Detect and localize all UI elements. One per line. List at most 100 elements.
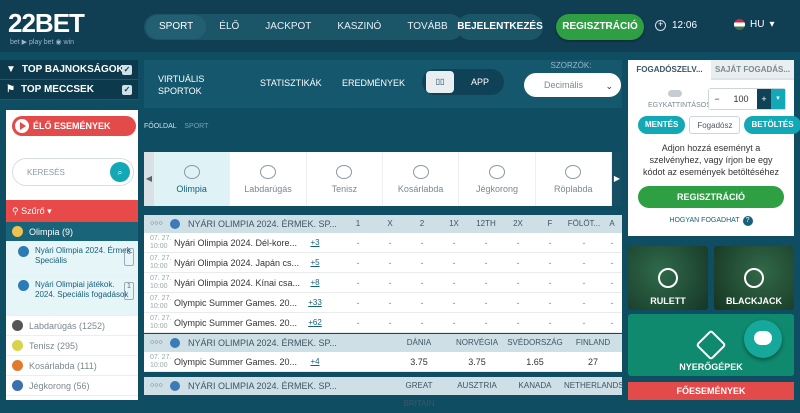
nav-live[interactable]: ÉLŐ <box>206 15 252 39</box>
sport-subitem-specials[interactable]: Nyári Olimpiai játékok. 2024. Speciális … <box>6 276 138 316</box>
odds-cell[interactable]: - <box>342 233 374 253</box>
blackjack-tile[interactable]: BLACKJACK <box>714 246 794 310</box>
search-input[interactable]: KERESÉS ⌕ <box>12 158 134 186</box>
stake-value[interactable]: 100 <box>725 89 757 109</box>
betslip-code-input[interactable]: Fogadósz <box>689 116 741 134</box>
odds-cell[interactable]: - <box>502 293 534 313</box>
odds-cell[interactable]: - <box>602 293 622 313</box>
how-to-bet-link[interactable]: HOGYAN FOGADHAT? <box>638 216 784 226</box>
odds-cell[interactable]: - <box>406 233 438 253</box>
table-row[interactable]: 07. 27. 10:00 Nyári Olimpia 2024. Kínai cs… <box>144 273 622 293</box>
collapse-icon[interactable]: ✓ <box>122 65 132 75</box>
odds-cell[interactable]: - <box>534 313 566 333</box>
event-name[interactable]: Olympic Summer Games. 20... <box>174 298 304 308</box>
odds-cell[interactable]: - <box>566 233 602 253</box>
more-markets-link[interactable]: +62 <box>304 318 326 327</box>
tab-football[interactable]: Labdarúgás <box>230 152 307 206</box>
odds-cell[interactable]: - <box>502 273 534 293</box>
sport-subitem-medals[interactable]: Nyári Olimpia 2024. Érmek. Speciális 8 <box>6 242 138 276</box>
one-click-toggle[interactable] <box>668 90 682 97</box>
odds-cell[interactable]: - <box>534 233 566 253</box>
odds-cell[interactable]: - <box>566 273 602 293</box>
table-row[interactable]: 07. 27. 10:00 Olympic Summer Games. 20... +… <box>144 293 622 313</box>
odds-cell[interactable]: 1.65 <box>506 352 564 372</box>
odds-cell[interactable]: - <box>470 253 502 273</box>
sport-item-icehockey[interactable]: Jégkorong (56) <box>6 376 138 396</box>
odds-cell[interactable]: - <box>406 313 438 333</box>
odds-cell[interactable]: - <box>566 313 602 333</box>
event-name[interactable]: Nyári Olimpia 2024. Kínai csa... <box>174 278 304 288</box>
event-name[interactable]: Nyári Olimpia 2024. Dél-kore... <box>174 238 304 248</box>
event-name[interactable]: Olympic Summer Games. 20... <box>174 318 304 328</box>
statistics-link[interactable]: STATISZTIKÁK <box>260 77 322 89</box>
odds-cell[interactable]: - <box>566 293 602 313</box>
more-markets-link[interactable]: +33 <box>304 298 326 307</box>
event-group-header[interactable]: ○○○ NYÁRI OLIMPIA 2024. ÉRMEK. SP... DÁN… <box>144 334 622 352</box>
logo[interactable]: 22BET bet ▶ play bet ◉ win <box>8 8 128 46</box>
odds-cell[interactable]: - <box>502 253 534 273</box>
tab-volleyball[interactable]: Röplabda <box>536 152 612 206</box>
table-row[interactable]: 07. 27. 10:00 Olympic Summer Games. 20... +… <box>144 313 622 333</box>
tab-tennis[interactable]: Tenisz <box>307 152 383 206</box>
odds-cell[interactable]: - <box>470 273 502 293</box>
filter-toggle[interactable]: ⚲ Szűrő ▾ <box>6 200 138 222</box>
breadcrumb-home[interactable]: FŐOLDAL <box>144 123 176 130</box>
scroll-left-icon[interactable]: ◀ <box>144 152 154 206</box>
chevron-down-icon[interactable]: ▾ <box>771 89 785 109</box>
odds-cell[interactable]: 27 <box>564 352 622 372</box>
more-markets-link[interactable]: +3 <box>304 238 326 247</box>
odds-cell[interactable]: - <box>374 253 406 273</box>
odds-cell[interactable]: - <box>342 313 374 333</box>
betslip-register-button[interactable]: REGISZTRÁCIÓ <box>638 186 784 208</box>
odds-cell[interactable]: - <box>534 293 566 313</box>
odds-cell[interactable]: - <box>470 293 502 313</box>
odds-cell[interactable]: - <box>342 293 374 313</box>
table-row[interactable]: 07. 27. 10:00 Olympic Summer Games. 20...… <box>144 352 622 372</box>
table-row[interactable]: 07. 27. 10:00 Nyári Olimpia 2024. Japán cs… <box>144 253 622 273</box>
more-markets-link[interactable]: +5 <box>304 258 326 267</box>
odds-cell[interactable]: - <box>406 253 438 273</box>
event-name[interactable]: Olympic Summer Games. 20... <box>174 357 304 367</box>
odds-cell[interactable]: - <box>374 233 406 253</box>
odds-cell[interactable]: - <box>342 273 374 293</box>
featured-events-button[interactable]: FŐESEMÉNYEK <box>628 382 794 400</box>
register-button[interactable]: REGISZTRÁCIÓ <box>556 14 644 40</box>
nav-more[interactable]: TOVÁBB <box>394 15 460 39</box>
odds-cell[interactable]: 3.75 <box>390 352 448 372</box>
sport-item-basketball[interactable]: Kosárlabda (111) <box>6 356 138 376</box>
top-matches-header[interactable]: ⚑ TOP MECCSEK ✓ <box>0 80 138 100</box>
odds-cell[interactable]: - <box>566 253 602 273</box>
tab-basketball[interactable]: Kosárlabda <box>383 152 460 206</box>
search-icon[interactable]: ⌕ <box>110 162 130 182</box>
language-selector[interactable]: HU ▾ <box>734 19 774 30</box>
live-events-button[interactable]: ÉLŐ ESEMÉNYEK <box>12 116 136 136</box>
load-button[interactable]: BETÖLTÉS <box>744 116 800 134</box>
sport-item-olympics[interactable]: Olimpia (9) <box>6 222 138 242</box>
stake-stepper[interactable]: − 100 + ▾ <box>708 88 786 110</box>
odds-format-select[interactable]: Decimális ⌄ <box>524 73 621 97</box>
minus-icon[interactable]: − <box>709 89 725 109</box>
login-button[interactable]: BEJELENTKEZÉS <box>457 14 543 40</box>
odds-cell[interactable]: - <box>406 293 438 313</box>
odds-cell[interactable]: - <box>602 273 622 293</box>
odds-cell[interactable]: - <box>374 273 406 293</box>
odds-cell[interactable]: - <box>534 253 566 273</box>
nav-casino[interactable]: KASZINÓ <box>324 15 394 39</box>
tab-betslip[interactable]: FOGADÓSZELV... <box>628 60 711 80</box>
odds-cell[interactable]: - <box>502 313 534 333</box>
scroll-right-icon[interactable]: ▶ <box>611 152 622 206</box>
more-markets-link[interactable]: +8 <box>304 278 326 287</box>
roulette-tile[interactable]: RULETT <box>628 246 708 310</box>
results-link[interactable]: EREDMÉNYEK <box>342 77 405 89</box>
nav-jackpot[interactable]: JACKPOT <box>252 15 324 39</box>
clock[interactable]: 12:06 <box>655 19 697 31</box>
virtual-sports-link[interactable]: VIRTUÁLIS SPORTOK <box>158 73 238 97</box>
odds-cell[interactable]: - <box>470 313 502 333</box>
odds-cell[interactable]: 3.75 <box>448 352 506 372</box>
event-group-header[interactable]: ○○○ NYÁRI OLIMPIA 2024. ÉRMEK. SP... GRE… <box>144 377 624 408</box>
odds-cell[interactable]: - <box>438 313 470 333</box>
odds-cell[interactable]: - <box>470 233 502 253</box>
sport-item-football[interactable]: Labdarúgás (1252) <box>6 316 138 336</box>
chat-icon[interactable] <box>744 320 782 358</box>
odds-cell[interactable]: - <box>438 273 470 293</box>
